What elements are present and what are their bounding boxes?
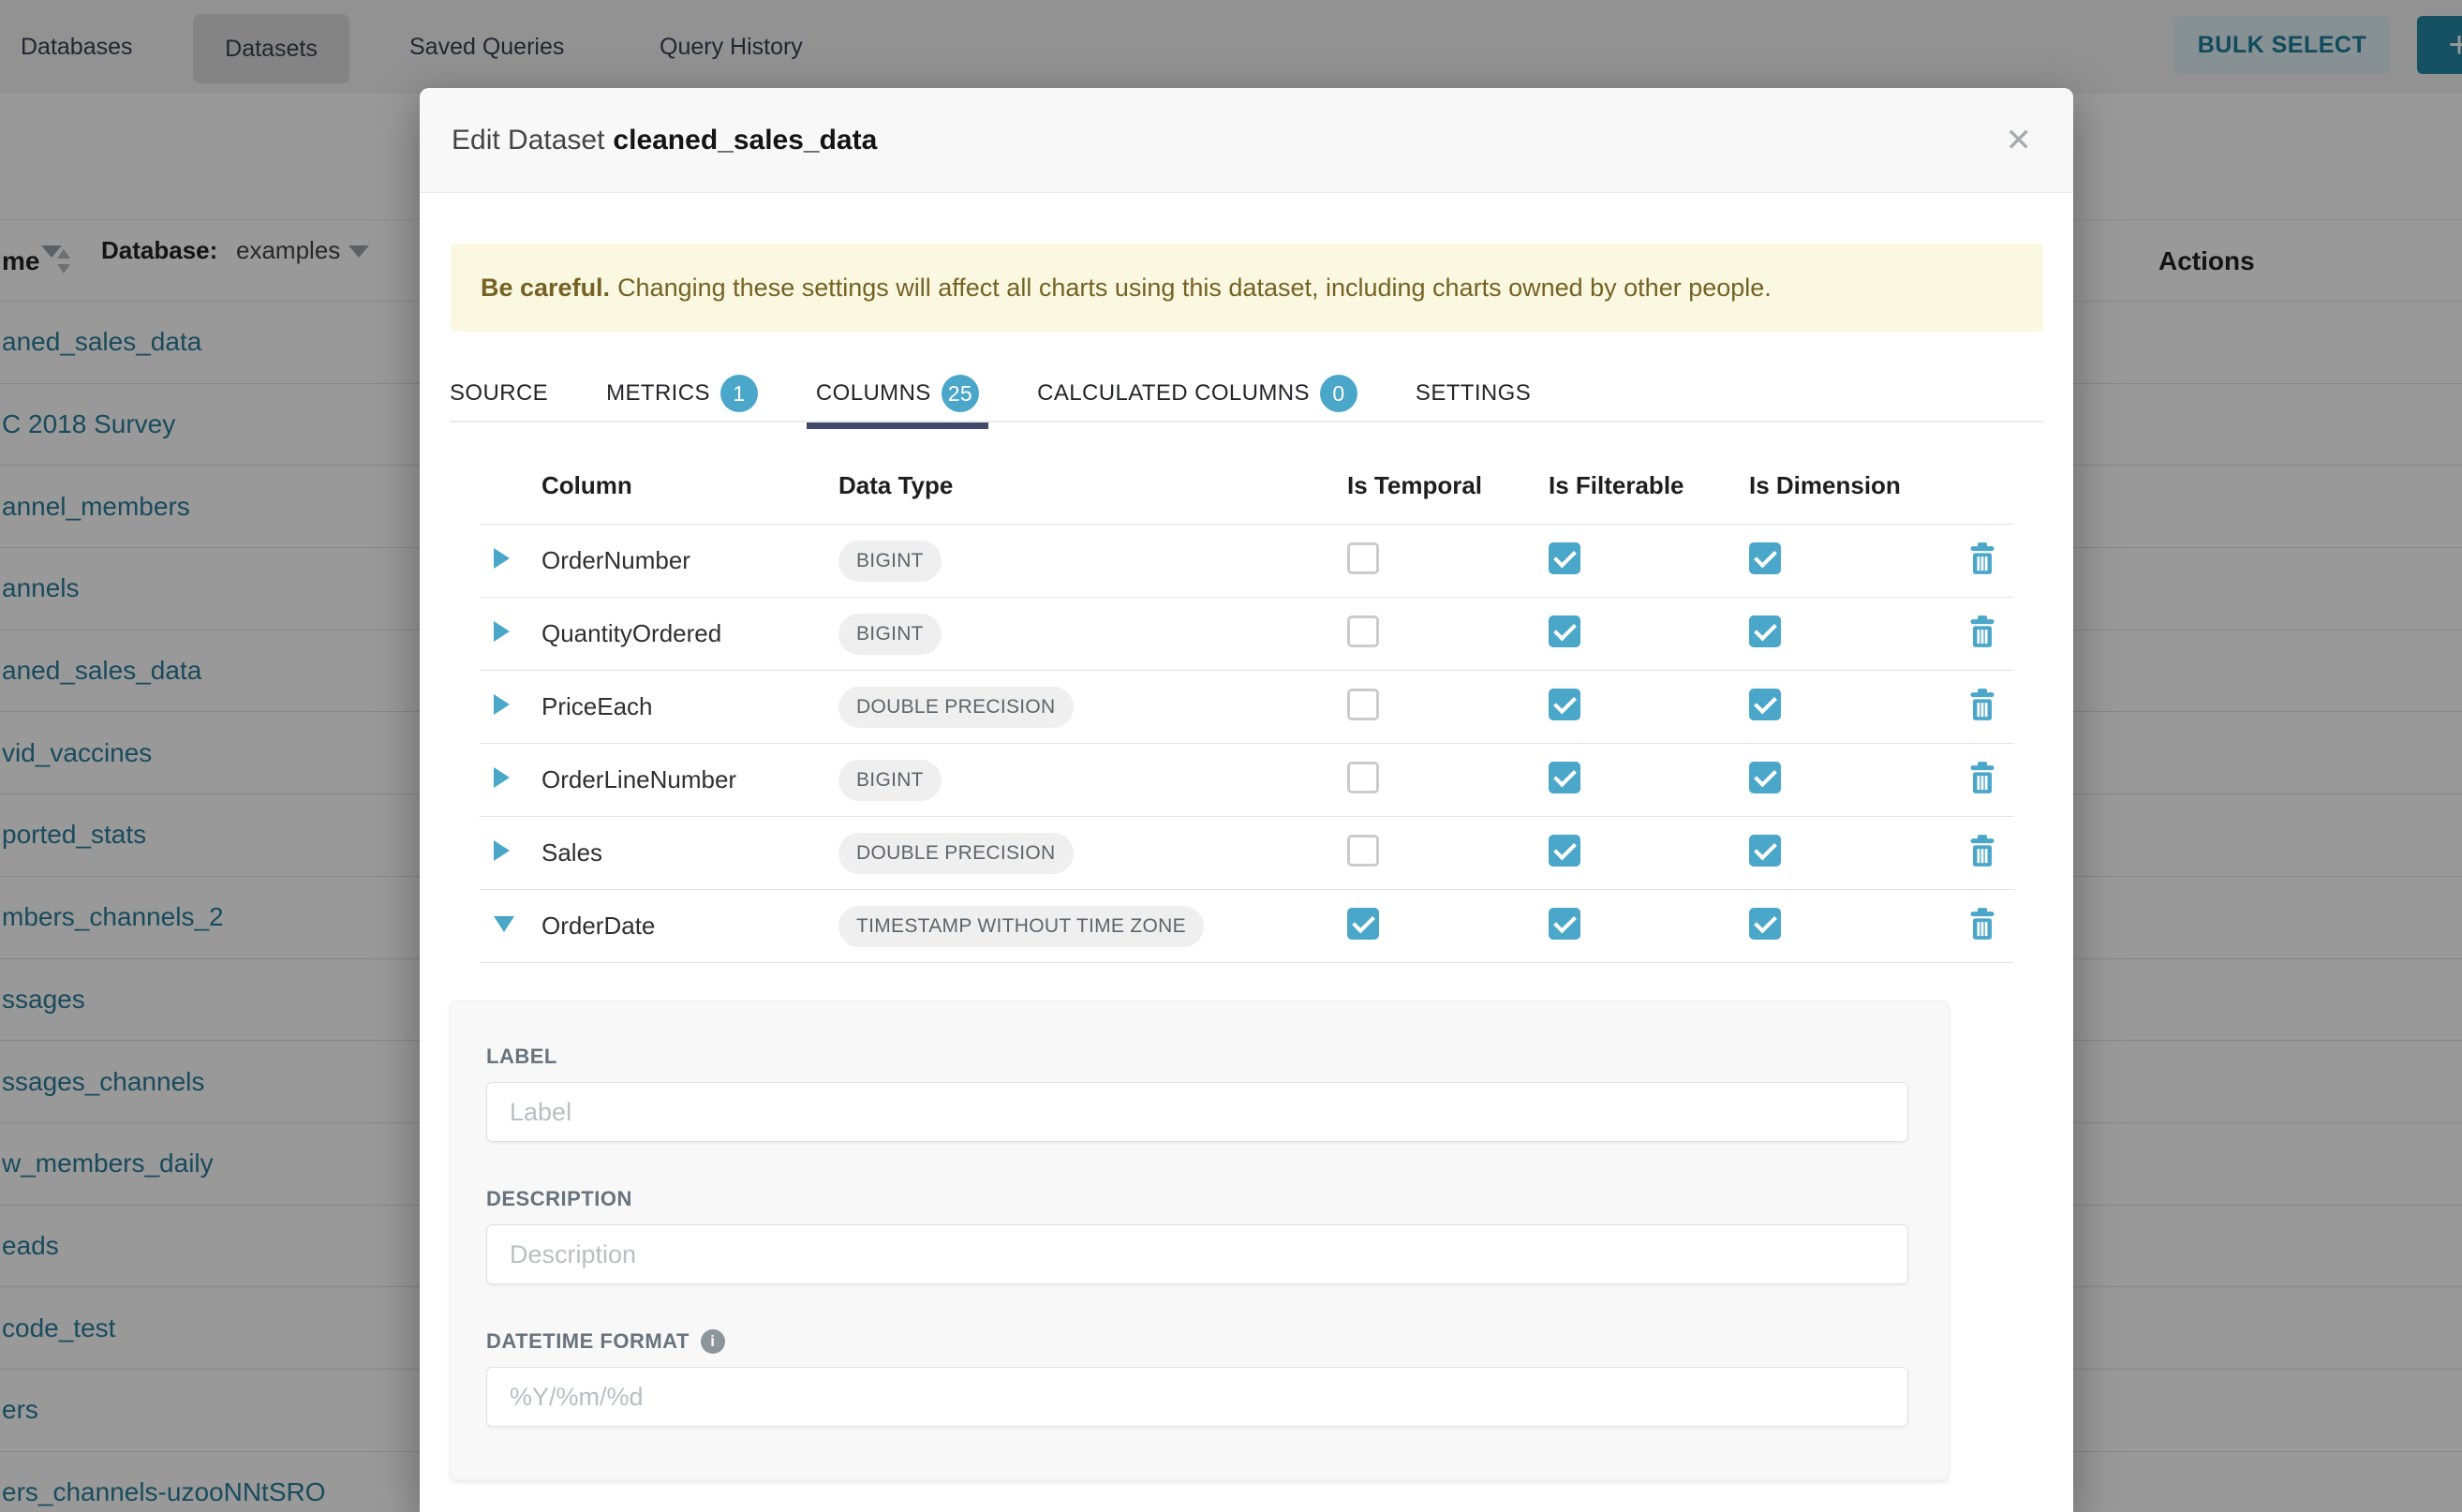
- close-icon[interactable]: ✕: [2006, 88, 2033, 193]
- data-type-pill: DOUBLE PRECISION: [838, 687, 1074, 728]
- data-type-pill: TIMESTAMP WITHOUT TIME ZONE: [838, 906, 1204, 947]
- label-input[interactable]: [486, 1082, 1908, 1142]
- column-row: PriceEach DOUBLE PRECISION: [480, 671, 2014, 744]
- delete-column-icon[interactable]: [1968, 908, 1996, 944]
- is-filterable-checkbox[interactable]: [1549, 542, 1580, 574]
- columns-table-header: Column Data Type Is Temporal Is Filterab…: [480, 422, 2014, 525]
- column-row: QuantityOrdered BIGINT: [480, 598, 2014, 671]
- delete-column-icon[interactable]: [1968, 762, 1996, 798]
- modal-tabs: SOURCE METRICS1 COLUMNS25 CALCULATED COL…: [450, 375, 2043, 422]
- description-input[interactable]: [486, 1224, 1908, 1284]
- column-row: OrderNumber BIGINT: [480, 525, 2014, 598]
- is-dimension-checkbox[interactable]: [1749, 689, 1781, 720]
- is-temporal-checkbox[interactable]: [1347, 689, 1379, 720]
- modal-title-dataset-name: cleaned_sales_data: [613, 125, 877, 156]
- modal-title: Edit Dataset cleaned_sales_data: [452, 88, 877, 193]
- column-name: Sales: [541, 838, 602, 867]
- is-filterable-checkbox[interactable]: [1549, 762, 1580, 793]
- tab-metrics[interactable]: METRICS1: [606, 375, 758, 421]
- metrics-count-badge: 1: [720, 375, 758, 412]
- description-field-label: DESCRIPTION: [486, 1187, 1913, 1211]
- columns-table-body: OrderNumber BIGINT: [480, 525, 2014, 963]
- column-name: PriceEach: [541, 692, 653, 720]
- header-data-type: Data Type: [838, 471, 1347, 500]
- header-is-temporal: Is Temporal: [1347, 471, 1549, 500]
- delete-column-icon[interactable]: [1968, 835, 1996, 871]
- header-is-filterable: Is Filterable: [1549, 471, 1749, 500]
- is-dimension-checkbox[interactable]: [1749, 542, 1781, 574]
- is-temporal-checkbox[interactable]: [1347, 835, 1379, 867]
- info-icon[interactable]: i: [701, 1329, 725, 1354]
- column-row: Sales DOUBLE PRECISION: [480, 817, 2014, 890]
- is-temporal-checkbox[interactable]: [1347, 762, 1379, 793]
- is-temporal-checkbox[interactable]: [1347, 908, 1379, 940]
- expand-caret-icon[interactable]: [494, 840, 510, 861]
- is-dimension-checkbox[interactable]: [1749, 615, 1781, 647]
- tab-columns[interactable]: COLUMNS25: [816, 375, 979, 421]
- is-filterable-checkbox[interactable]: [1549, 689, 1580, 720]
- is-dimension-checkbox[interactable]: [1749, 908, 1781, 940]
- column-row: OrderLineNumber BIGINT: [480, 744, 2014, 817]
- is-filterable-checkbox[interactable]: [1549, 835, 1580, 867]
- expand-caret-icon[interactable]: [494, 694, 510, 715]
- tab-settings[interactable]: SETTINGS: [1416, 375, 1531, 421]
- warning-bold: Be careful.: [481, 274, 610, 302]
- is-filterable-checkbox[interactable]: [1549, 908, 1580, 940]
- header-is-dimension: Is Dimension: [1749, 471, 1955, 500]
- is-filterable-checkbox[interactable]: [1549, 615, 1580, 647]
- delete-column-icon[interactable]: [1968, 615, 1996, 652]
- datetime-format-field-label: DATETIME FORMAT i: [486, 1329, 1913, 1354]
- tab-source[interactable]: SOURCE: [450, 375, 548, 421]
- delete-column-icon[interactable]: [1968, 542, 1996, 579]
- expand-caret-icon[interactable]: [494, 548, 510, 569]
- data-type-pill: BIGINT: [838, 614, 942, 655]
- is-temporal-checkbox[interactable]: [1347, 542, 1379, 574]
- tab-calculated-columns[interactable]: CALCULATED COLUMNS0: [1037, 375, 1357, 421]
- column-name: OrderNumber: [541, 546, 690, 574]
- warning-banner: Be careful.Changing these settings will …: [451, 244, 2043, 332]
- label-field-label: LABEL: [486, 1045, 1913, 1069]
- modal-header: Edit Dataset cleaned_sales_data ✕: [420, 88, 2073, 193]
- column-name: QuantityOrdered: [541, 619, 721, 647]
- expand-caret-icon[interactable]: [494, 916, 514, 932]
- is-dimension-checkbox[interactable]: [1749, 762, 1781, 793]
- column-editor-panel: LABEL DESCRIPTION DATETIME FORMAT i: [450, 1001, 1950, 1480]
- expand-caret-icon[interactable]: [494, 621, 510, 642]
- is-temporal-checkbox[interactable]: [1347, 615, 1379, 647]
- expand-caret-icon[interactable]: [494, 767, 510, 788]
- is-dimension-checkbox[interactable]: [1749, 835, 1781, 867]
- column-row: OrderDate TIMESTAMP WITHOUT TIME ZONE: [480, 890, 2014, 963]
- warning-text: Changing these settings will affect all …: [617, 274, 1772, 302]
- calculated-columns-count-badge: 0: [1320, 375, 1357, 412]
- data-type-pill: BIGINT: [838, 760, 942, 801]
- data-type-pill: DOUBLE PRECISION: [838, 833, 1074, 874]
- columns-table: Column Data Type Is Temporal Is Filterab…: [480, 422, 2014, 963]
- column-name: OrderDate: [541, 912, 655, 940]
- edit-dataset-modal: Edit Dataset cleaned_sales_data ✕ Be care…: [420, 88, 2073, 1512]
- header-column: Column: [541, 471, 838, 500]
- datetime-format-input[interactable]: [486, 1367, 1908, 1427]
- delete-column-icon[interactable]: [1968, 689, 1996, 725]
- column-name: OrderLineNumber: [541, 765, 736, 793]
- columns-count-badge: 25: [942, 375, 979, 412]
- app-screen: Databases Datasets Saved Queries Query H…: [0, 0, 2462, 1512]
- modal-title-prefix: Edit Dataset: [452, 125, 604, 156]
- data-type-pill: BIGINT: [838, 541, 942, 582]
